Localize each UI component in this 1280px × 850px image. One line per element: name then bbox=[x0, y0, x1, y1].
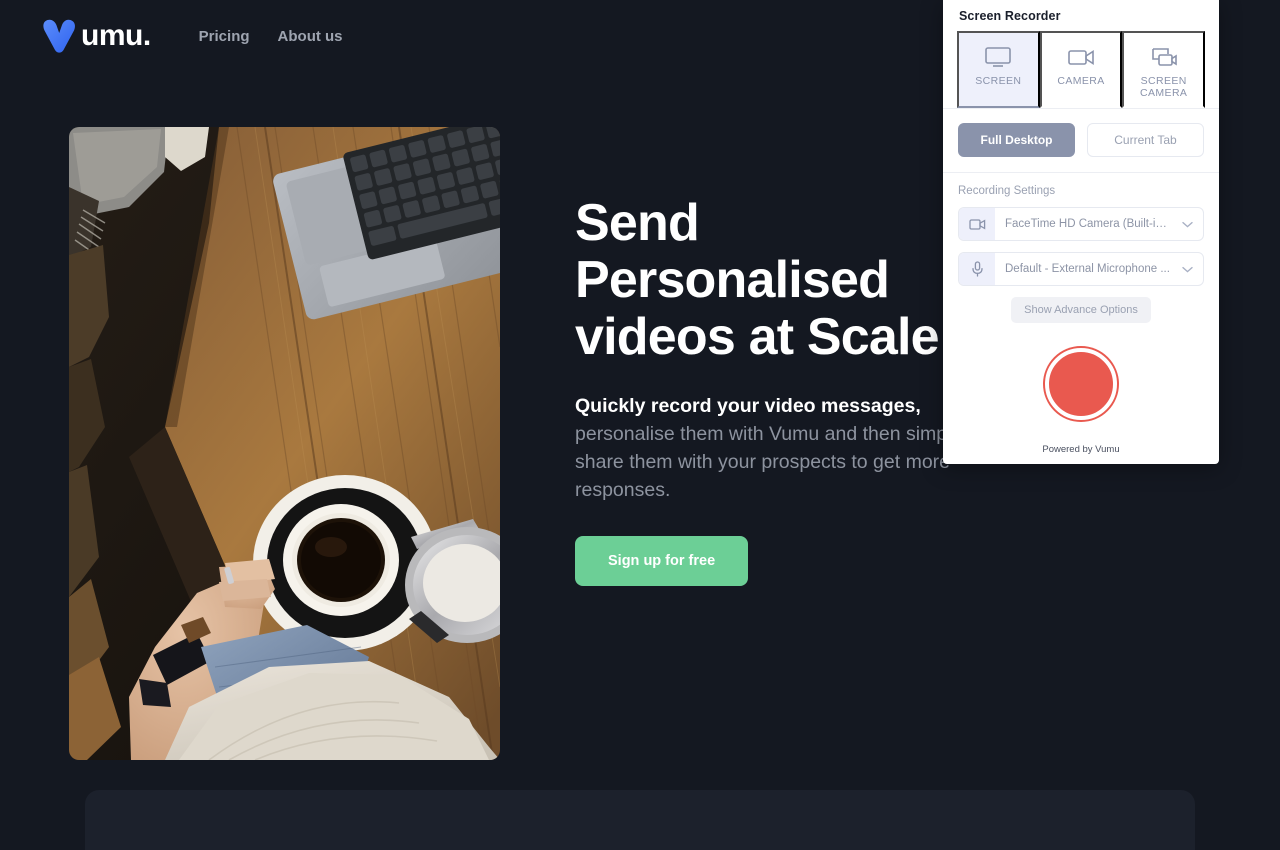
sign-up-button[interactable]: Sign up for free bbox=[575, 536, 749, 586]
nav-links: Pricing About us bbox=[199, 28, 343, 45]
tab-screen-camera[interactable]: SCREEN CAMERA bbox=[1122, 31, 1206, 108]
show-advance-options-button[interactable]: Show Advance Options bbox=[1011, 297, 1151, 323]
record-button[interactable] bbox=[1045, 347, 1117, 420]
microphone-icon bbox=[959, 253, 995, 285]
chevron-down-icon bbox=[1172, 266, 1203, 273]
video-camera-icon bbox=[1067, 42, 1095, 72]
hero-subheading-strong: Quickly record your video messages, bbox=[575, 395, 921, 417]
current-tab-button[interactable]: Current Tab bbox=[1087, 123, 1204, 157]
hero-image bbox=[69, 127, 500, 760]
full-desktop-button[interactable]: Full Desktop bbox=[958, 123, 1075, 157]
tab-screen-label: SCREEN bbox=[975, 75, 1022, 87]
hero-subheading-rest: personalise them with Vumu and then simp… bbox=[575, 423, 962, 501]
screen-recorder-panel: Screen Recorder SCREEN CAMERA SCREEN CAM… bbox=[943, 0, 1219, 464]
tab-screen-camera-label: SCREEN CAMERA bbox=[1140, 75, 1188, 99]
tab-camera[interactable]: CAMERA bbox=[1039, 31, 1123, 108]
hero-subheading: Quickly record your video messages, pers… bbox=[575, 392, 975, 504]
logo[interactable]: umu. bbox=[42, 16, 151, 56]
recording-settings: Recording Settings FaceTime HD Camera (B… bbox=[943, 173, 1219, 323]
vumu-v-logo-icon bbox=[42, 18, 84, 54]
microphone-select-value: Default - External Microphone ... bbox=[1005, 263, 1170, 275]
tab-camera-label: CAMERA bbox=[1057, 75, 1105, 87]
recorder-source-toggle: Full Desktop Current Tab bbox=[943, 109, 1219, 173]
screen-camera-icon bbox=[1150, 42, 1178, 72]
advance-options-row: Show Advance Options bbox=[958, 297, 1204, 323]
recording-settings-label: Recording Settings bbox=[958, 185, 1056, 197]
nav-link-about-us[interactable]: About us bbox=[278, 28, 343, 45]
recorder-title: Screen Recorder bbox=[959, 9, 1061, 23]
recorder-footer: Powered by Vumu bbox=[1042, 444, 1120, 455]
camera-select[interactable]: FaceTime HD Camera (Built-in)... bbox=[958, 207, 1204, 241]
nav-link-pricing[interactable]: Pricing bbox=[199, 28, 250, 45]
record-button-area bbox=[943, 323, 1219, 444]
recorder-mode-tabs: SCREEN CAMERA SCREEN CAMERA bbox=[943, 31, 1219, 109]
chevron-down-icon bbox=[1172, 221, 1203, 228]
tab-screen[interactable]: SCREEN bbox=[957, 31, 1040, 108]
next-section-peek bbox=[85, 790, 1195, 850]
logo-wordmark: umu. bbox=[81, 19, 151, 52]
camera-select-value: FaceTime HD Camera (Built-in)... bbox=[1005, 218, 1172, 230]
monitor-icon bbox=[984, 42, 1012, 72]
video-camera-icon bbox=[959, 208, 995, 240]
microphone-select[interactable]: Default - External Microphone ... bbox=[958, 252, 1204, 286]
